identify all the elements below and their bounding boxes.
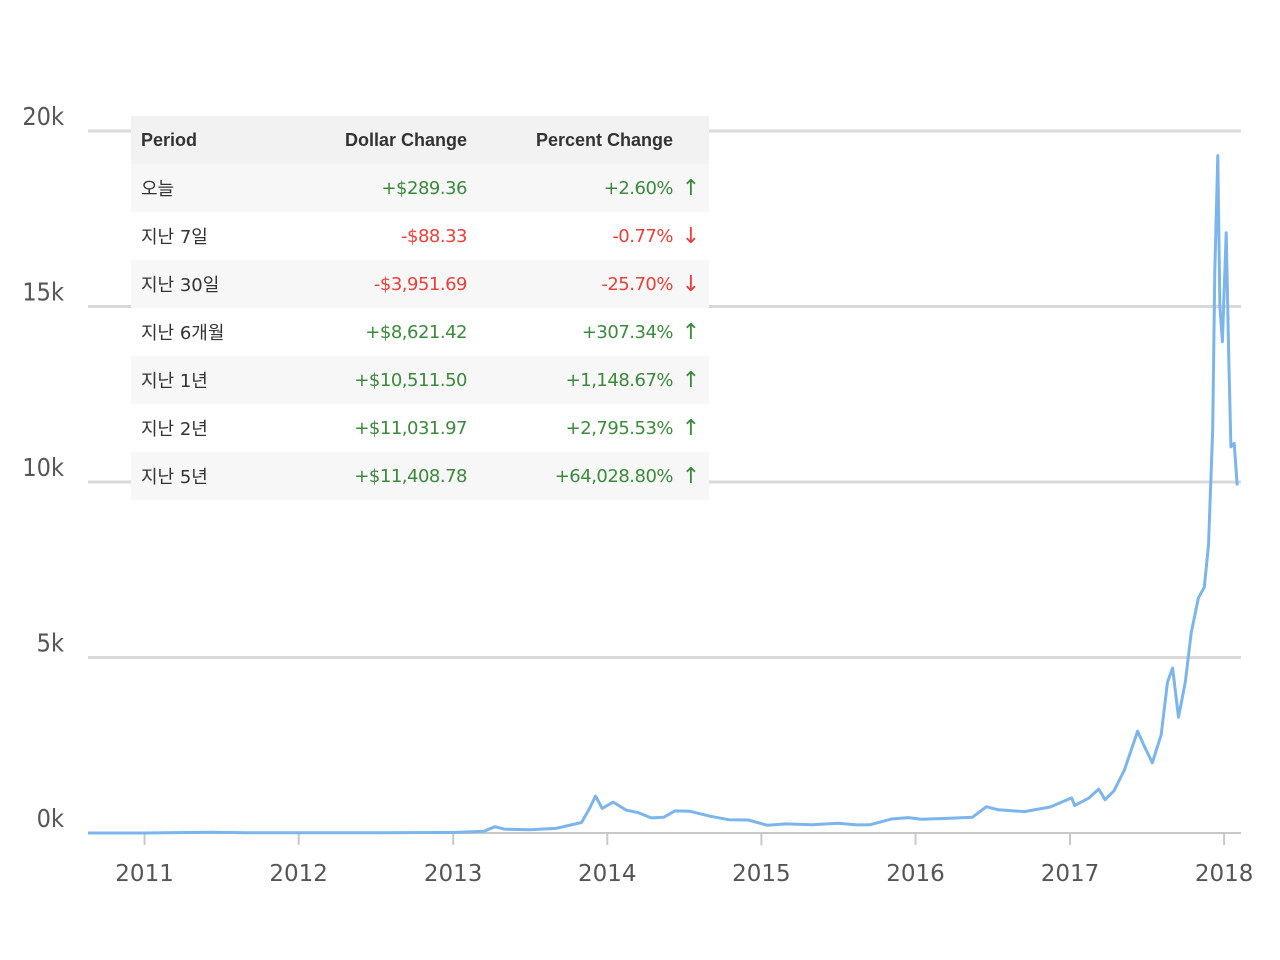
table-row: 지난 6개월 +$8,621.42 +307.34% ↑ [131,308,709,356]
percent-change-cell: -25.70% [467,260,674,308]
price-change-table-panel: Period Dollar Change Percent Change 오늘 +$… [131,116,709,500]
y-tick-label: 5k [37,629,64,658]
y-tick-label: 15k [22,278,64,307]
y-tick-label: 0k [37,804,64,833]
table-row: 지난 30일 -$3,951.69 -25.70% ↓ [131,260,709,308]
y-tick-label: 20k [22,102,64,131]
percent-change-cell: -0.77% [467,212,674,260]
x-tick-label: 2016 [886,861,945,887]
arrow-up-icon: ↑ [673,308,709,356]
x-axis: 2011 2012 2013 2014 2015 2016 2017 2018 [115,833,1253,887]
dollar-change-cell: +$10,511.50 [291,356,468,404]
header-direction [673,116,709,164]
table-row: 지난 2년 +$11,031.97 +2,795.53% ↑ [131,404,709,452]
period-cell: 지난 30일 [131,260,291,308]
x-tick-label: 2013 [424,861,483,887]
period-cell: 지난 1년 [131,356,291,404]
arrow-up-icon: ↑ [673,452,709,500]
arrow-down-icon: ↓ [673,212,709,260]
table-row: 지난 1년 +$10,511.50 +1,148.67% ↑ [131,356,709,404]
table-body: 오늘 +$289.36 +2.60% ↑ 지난 7일 -$88.33 -0.77% ↓ 지난 3… [131,164,709,500]
dollar-change-cell: -$88.33 [291,212,468,260]
x-tick-label: 2014 [578,861,637,887]
period-cell: 지난 6개월 [131,308,291,356]
x-tick-label: 2011 [115,861,174,887]
table-row: 지난 7일 -$88.33 -0.77% ↓ [131,212,709,260]
dollar-change-cell: +$11,031.97 [291,404,468,452]
arrow-up-icon: ↑ [673,356,709,404]
arrow-down-icon: ↓ [673,260,709,308]
percent-change-cell: +1,148.67% [467,356,674,404]
period-cell: 오늘 [131,164,291,212]
x-tick-label: 2015 [732,861,791,887]
period-cell: 지난 5년 [131,452,291,500]
x-tick-label: 2012 [269,861,328,887]
arrow-up-icon: ↑ [673,404,709,452]
header-percent-change: Percent Change [467,116,673,164]
header-dollar-change: Dollar Change [291,116,467,164]
table-row: 지난 5년 +$11,408.78 +64,028.80% ↑ [131,452,709,500]
price-change-table: Period Dollar Change Percent Change 오늘 +$… [131,116,709,500]
x-tick-label: 2018 [1195,861,1254,887]
percent-change-cell: +2.60% [467,164,674,212]
period-cell: 지난 2년 [131,404,291,452]
y-axis: 0k 5k 10k 15k 20k [22,102,64,833]
x-tick-label: 2017 [1041,861,1100,887]
dollar-change-cell: +$289.36 [291,164,468,212]
y-tick-label: 10k [22,453,64,482]
table-header-row: Period Dollar Change Percent Change [131,116,709,164]
percent-change-cell: +2,795.53% [467,404,674,452]
percent-change-cell: +307.34% [467,308,674,356]
header-period: Period [131,116,291,164]
dollar-change-cell: -$3,951.69 [291,260,468,308]
table-row: 오늘 +$289.36 +2.60% ↑ [131,164,709,212]
dollar-change-cell: +$8,621.42 [291,308,468,356]
dollar-change-cell: +$11,408.78 [291,452,468,500]
period-cell: 지난 7일 [131,212,291,260]
percent-change-cell: +64,028.80% [467,452,674,500]
arrow-up-icon: ↑ [673,164,709,212]
